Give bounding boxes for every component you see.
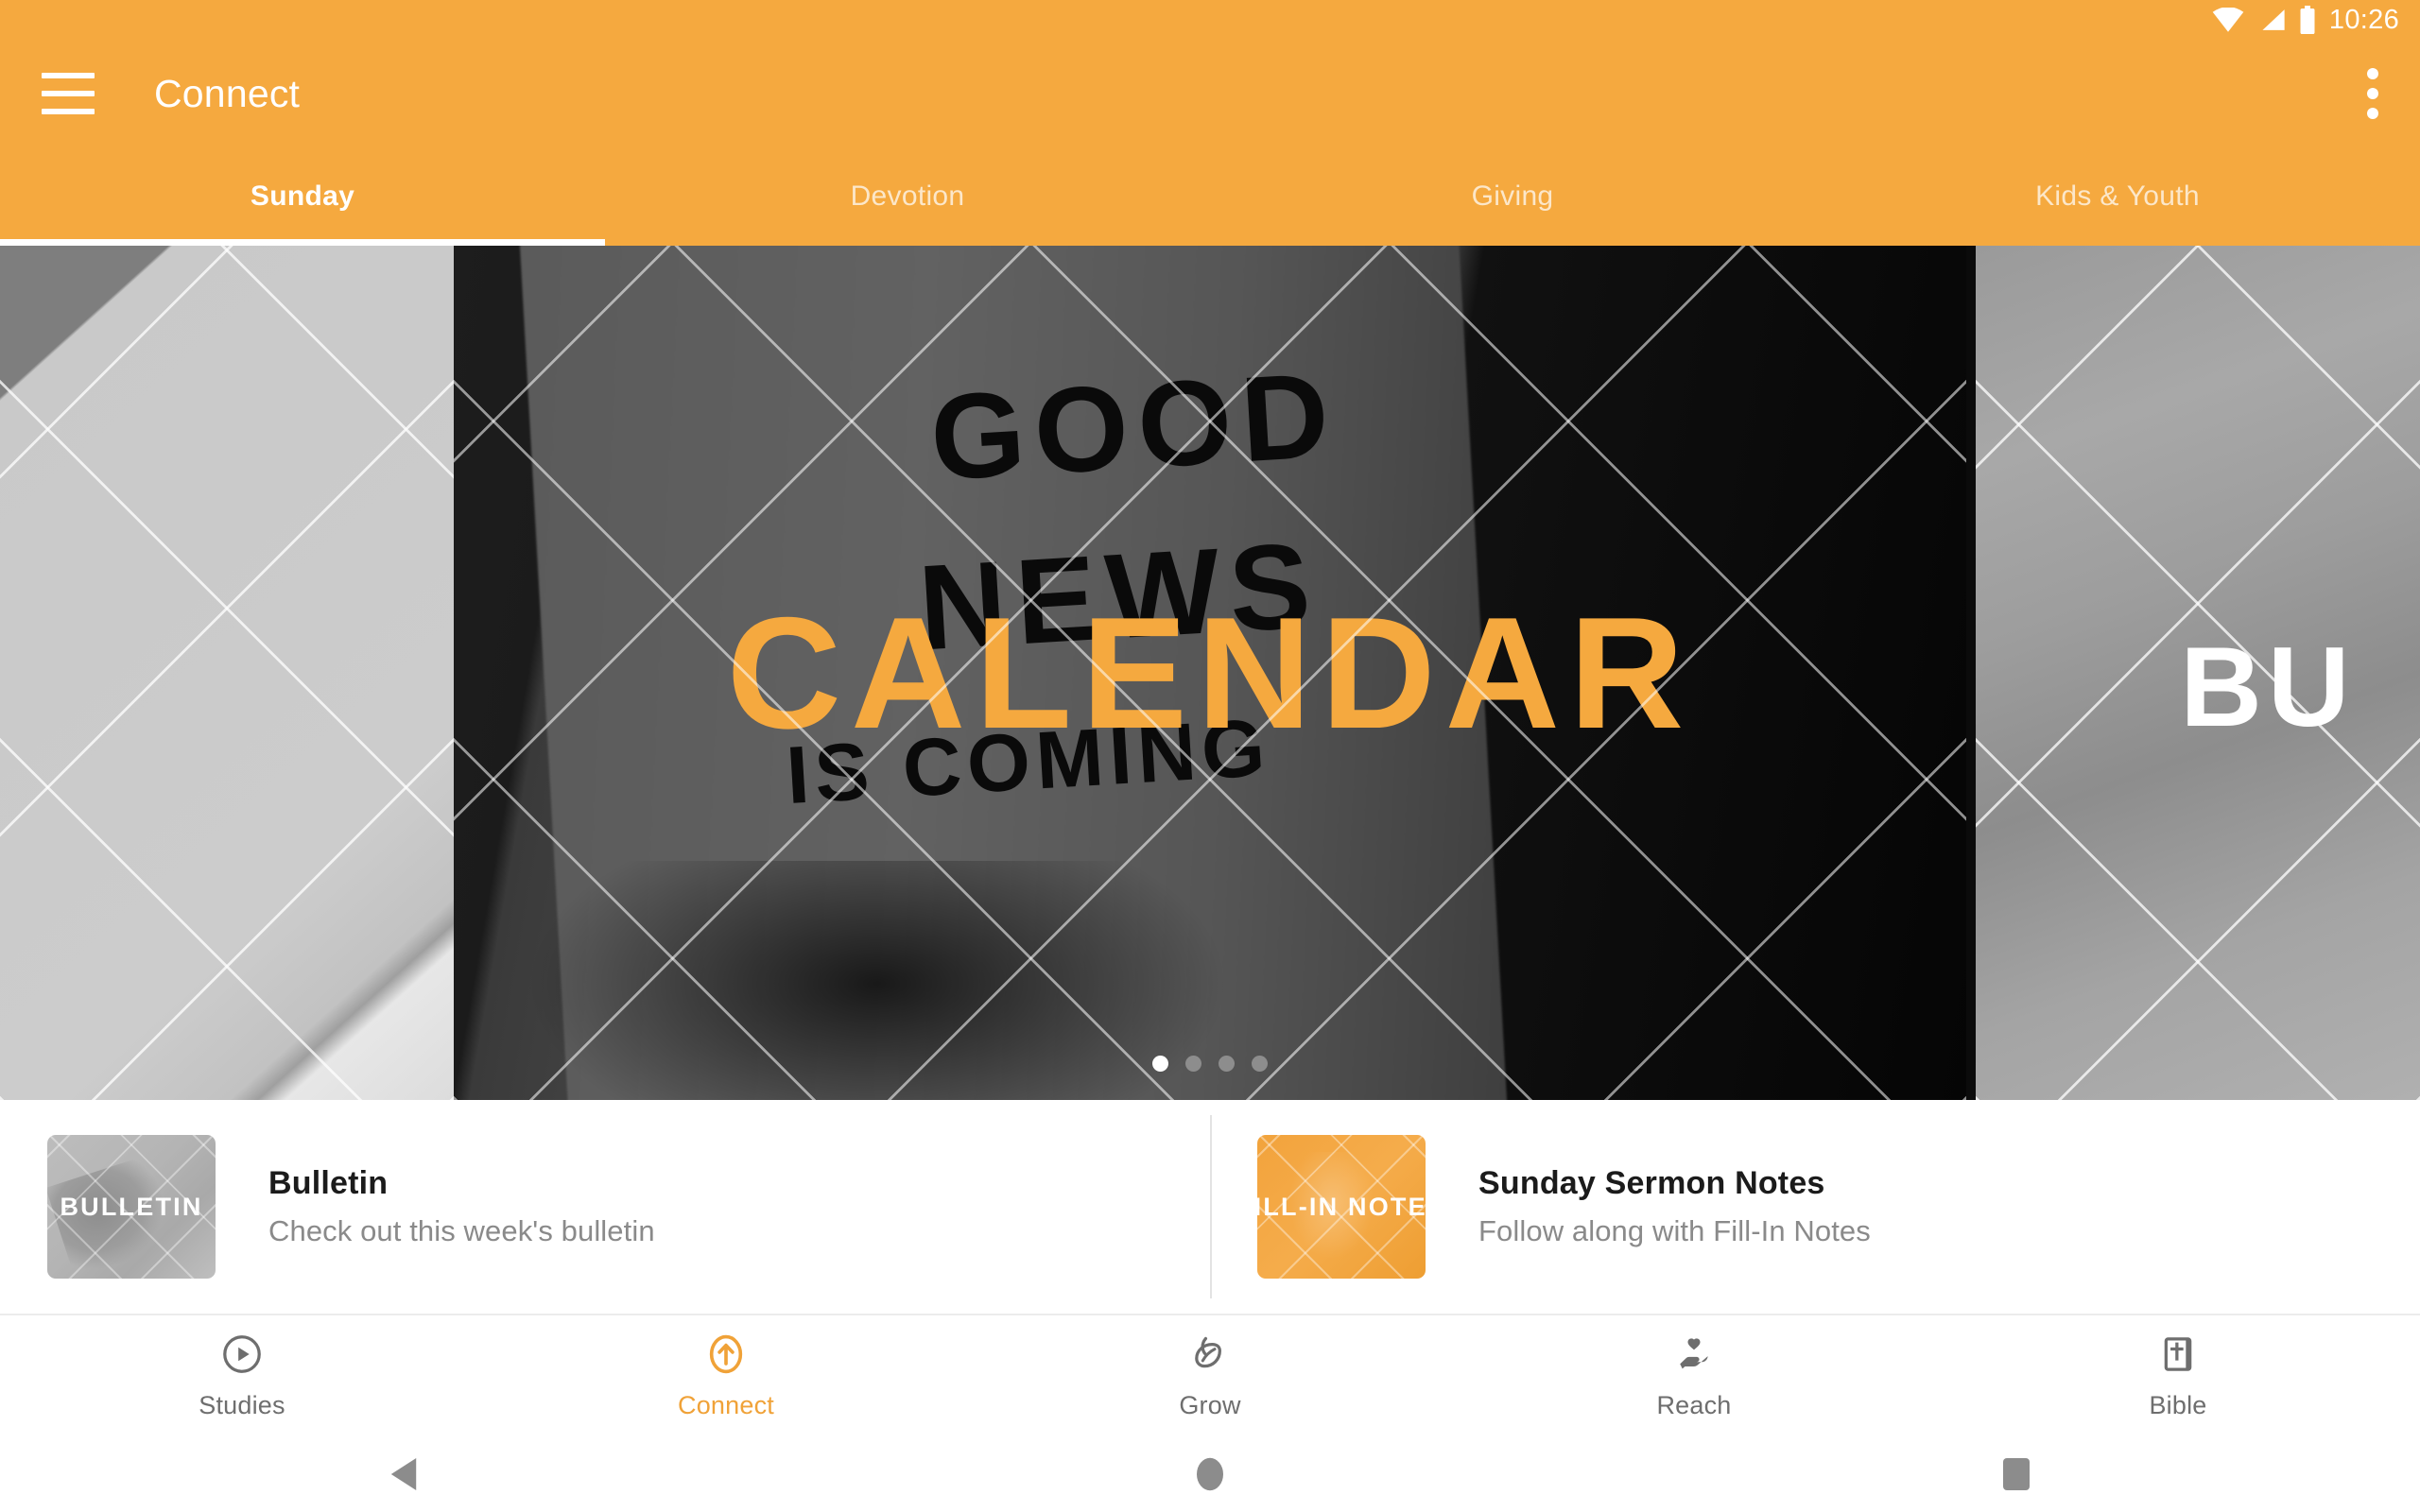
carousel-dot[interactable] xyxy=(1252,1056,1268,1072)
recents-square-icon[interactable] xyxy=(1922,1436,2111,1512)
leaf-icon xyxy=(1188,1332,1232,1381)
tab-label: Sunday xyxy=(250,180,355,212)
tab-devotion[interactable]: Devotion xyxy=(605,147,1210,246)
quick-links-row: BULLETIN Bulletin Check out this week's … xyxy=(0,1100,2420,1314)
carousel-slide-previous[interactable] xyxy=(0,246,454,1100)
battery-icon xyxy=(2299,6,2316,34)
card-thumbnail-label: BULLETIN xyxy=(60,1192,203,1221)
hero-carousel[interactable]: GOOD NEWS IS COMING CALENDAR BU xyxy=(0,246,2420,1100)
wifi-icon xyxy=(2212,8,2244,32)
carousel-dot[interactable] xyxy=(1219,1056,1235,1072)
nav-item-studies[interactable]: Studies xyxy=(0,1332,484,1420)
overflow-menu-icon[interactable] xyxy=(2367,68,2378,119)
carousel-slide-next[interactable]: BU xyxy=(1976,246,2420,1100)
card-text-block: Bulletin Check out this week's bulletin xyxy=(268,1165,655,1248)
tab-label: Giving xyxy=(1471,180,1554,212)
hamburger-menu-icon[interactable] xyxy=(42,73,95,114)
page-title: Connect xyxy=(154,71,301,115)
back-triangle-icon[interactable] xyxy=(309,1436,498,1512)
carousel-dot[interactable] xyxy=(1185,1056,1201,1072)
tab-giving[interactable]: Giving xyxy=(1210,147,1815,246)
card-title: Bulletin xyxy=(268,1165,389,1201)
carousel-slide-current[interactable]: GOOD NEWS IS COMING CALENDAR xyxy=(454,246,1966,1100)
app-root: 10:26 Connect Sunday Devotion Giving Kid… xyxy=(0,0,2420,1512)
nav-label: Reach xyxy=(1656,1390,1732,1419)
tab-bar: Sunday Devotion Giving Kids & Youth xyxy=(0,147,2420,246)
card-subtitle: Follow along with Fill-In Notes xyxy=(1478,1214,1871,1247)
hero-headline: CALENDAR xyxy=(726,583,1694,762)
home-circle-icon[interactable] xyxy=(1115,1436,1305,1512)
nav-item-connect[interactable]: Connect xyxy=(484,1332,968,1420)
carousel-pagination xyxy=(0,1056,2420,1072)
arrow-up-circle-icon xyxy=(704,1332,748,1381)
nav-label: Connect xyxy=(678,1390,774,1419)
tab-label: Devotion xyxy=(850,180,965,212)
slide-background-image xyxy=(0,246,454,1100)
nav-label: Bible xyxy=(2149,1390,2207,1419)
card-bulletin[interactable]: BULLETIN Bulletin Check out this week's … xyxy=(0,1100,1210,1314)
status-time: 10:26 xyxy=(2328,4,2399,35)
nav-label: Studies xyxy=(199,1390,285,1419)
card-thumbnail: FILL-IN NOTES xyxy=(1257,1135,1426,1279)
play-circle-icon xyxy=(220,1332,264,1381)
hand-heart-icon xyxy=(1672,1332,1716,1381)
tab-sunday[interactable]: Sunday xyxy=(0,147,605,246)
tab-kids-and-youth[interactable]: Kids & Youth xyxy=(1815,147,2420,246)
tab-label: Kids & Youth xyxy=(2035,180,2200,212)
book-cross-icon xyxy=(2156,1332,2200,1381)
carousel-dot[interactable] xyxy=(1152,1056,1168,1072)
android-system-navigation xyxy=(0,1436,2420,1512)
card-sunday-sermon-notes[interactable]: FILL-IN NOTES Sunday Sermon Notes Follow… xyxy=(1210,1100,2420,1314)
nav-item-bible[interactable]: Bible xyxy=(1936,1332,2420,1420)
nav-item-reach[interactable]: Reach xyxy=(1452,1332,1936,1420)
app-bar: Connect xyxy=(0,40,2420,147)
bottom-navigation: Studies Connect Grow Reach Bible xyxy=(0,1314,2420,1436)
nav-item-grow[interactable]: Grow xyxy=(968,1332,1452,1420)
card-thumbnail-label: FILL-IN NOTES xyxy=(1257,1192,1426,1221)
card-thumbnail: BULLETIN xyxy=(47,1135,216,1279)
next-slide-headline: BU xyxy=(2180,623,2356,750)
nav-label: Grow xyxy=(1179,1390,1241,1419)
card-title: Sunday Sermon Notes xyxy=(1478,1165,1825,1201)
slide-gutter xyxy=(1966,246,1976,1100)
card-subtitle: Check out this week's bulletin xyxy=(268,1214,655,1247)
status-bar: 10:26 xyxy=(0,0,2420,40)
cell-signal-icon xyxy=(2257,8,2286,32)
card-text-block: Sunday Sermon Notes Follow along with Fi… xyxy=(1478,1165,1871,1248)
